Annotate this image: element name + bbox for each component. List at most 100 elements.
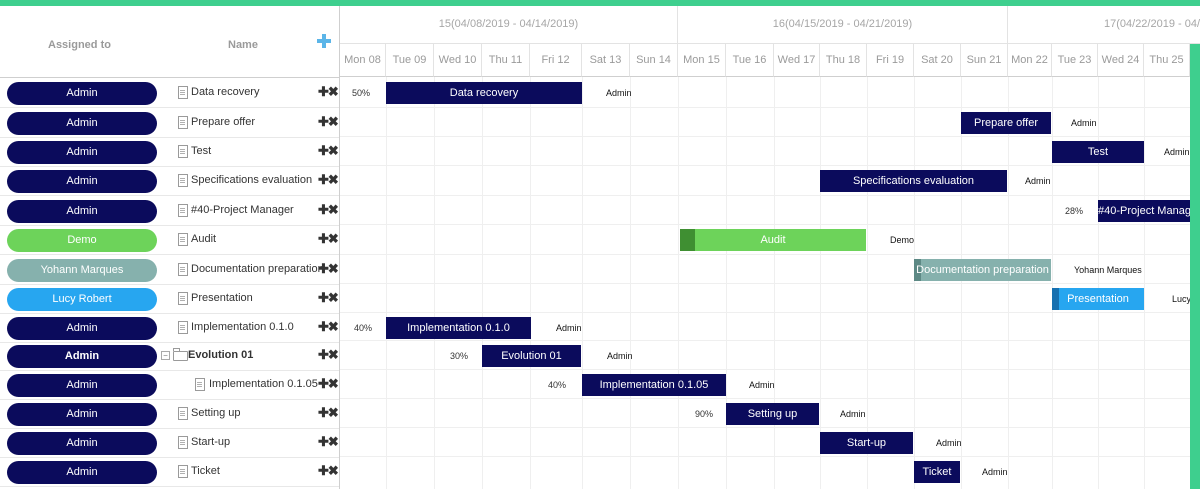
add-delete-icon[interactable]: ✚✖ [318,320,339,333]
grid-line [340,136,1200,137]
assignee-badge[interactable]: Admin [7,317,157,340]
assignee-badge[interactable]: Lucy Robert [7,288,157,311]
task-row[interactable]: Admin Specifications evaluation ✚✖ [0,166,339,196]
task-name[interactable]: Test [191,145,211,157]
task-list: Assigned to Name Admin Data recovery ✚✖ Adm… [0,6,340,489]
task-row[interactable]: Demo Audit ✚✖ [0,225,339,255]
file-icon [178,174,188,187]
assignee-badge[interactable]: Demo [7,229,157,252]
day-header: Thu 11 [482,44,530,77]
bar-owner-label: Admin [982,467,1008,477]
add-delete-icon[interactable]: ✚✖ [318,291,339,304]
task-name[interactable]: Presentation [191,292,253,304]
add-delete-icon[interactable]: ✚✖ [318,115,339,128]
task-bar-label: Data recovery [449,87,519,99]
task-bar[interactable]: Ticket [914,461,960,483]
task-bar[interactable]: Evolution 01 [482,345,581,367]
task-name[interactable]: Evolution 01 [188,349,253,361]
add-delete-icon[interactable]: ✚✖ [318,203,339,216]
task-row[interactable]: Admin Implementation 0.1.05 ✚✖ [0,370,339,400]
add-delete-icon[interactable]: ✚✖ [318,377,339,390]
progress-percent: 30% [450,351,469,361]
task-row[interactable]: Yohann Marques Documentation preparation ✚… [0,255,339,285]
add-delete-icon[interactable]: ✚✖ [318,232,339,245]
task-bar[interactable]: Specifications evaluation [820,170,1007,192]
progress-percent: 90% [695,409,714,419]
task-bar[interactable]: Start-up [820,432,913,454]
task-bar[interactable]: Test [1052,141,1144,163]
add-delete-icon[interactable]: ✚✖ [318,262,339,275]
add-delete-icon[interactable]: ✚✖ [318,406,339,419]
task-row[interactable]: Admin Prepare offer ✚✖ [0,108,339,138]
task-bar[interactable]: Presentation [1052,288,1144,310]
assignee-badge[interactable]: Admin [7,403,157,426]
scrollbar-edge[interactable] [1190,44,1200,489]
progress-percent: 40% [548,380,567,390]
task-bar[interactable]: #40-Project Manager [1098,200,1200,222]
task-row[interactable]: Lucy Robert Presentation ✚✖ [0,284,339,314]
assignee-badge[interactable]: Admin [7,82,157,105]
add-delete-icon[interactable]: ✚✖ [318,348,339,361]
task-name[interactable]: Start-up [191,436,230,448]
task-row[interactable]: Admin Test ✚✖ [0,137,339,167]
plus-icon[interactable] [317,34,331,48]
assignee-badge[interactable]: Yohann Marques [7,259,157,282]
day-header: Fri 12 [530,44,582,77]
file-icon [178,321,188,334]
task-row[interactable]: Admin #40-Project Manager ✚✖ [0,196,339,226]
file-icon [178,436,188,449]
assignee-badge[interactable]: Admin [7,374,157,397]
task-name[interactable]: Setting up [191,407,241,419]
day-header: Thu 25 [1144,44,1190,77]
assignee-badge[interactable]: Admin [7,432,157,455]
grid-line [340,340,1200,341]
task-bar-label: #40-Project Manager [1098,205,1200,217]
add-delete-icon[interactable]: ✚✖ [318,173,339,186]
task-name[interactable]: Prepare offer [191,116,255,128]
task-name[interactable]: Implementation 0.1.0 [191,321,294,333]
assignee-badge[interactable]: Admin [7,141,157,164]
week-header: 16(04/15/2019 - 04/21/2019) [678,6,1008,44]
progress-fill [820,432,829,454]
add-delete-icon[interactable]: ✚✖ [318,85,339,98]
task-bar[interactable]: Implementation 0.1.0 [386,317,531,339]
assignee-badge[interactable]: Admin [7,345,157,368]
task-bar[interactable]: Setting up [726,403,819,425]
add-delete-icon[interactable]: ✚✖ [318,464,339,477]
task-bar-label: Setting up [747,408,798,420]
day-header: Sun 21 [961,44,1008,77]
add-delete-icon[interactable]: ✚✖ [318,144,339,157]
task-name[interactable]: Documentation preparation [191,263,324,275]
task-bar[interactable]: Implementation 0.1.05 [582,374,726,396]
task-bar[interactable]: Documentation preparation [914,259,1051,281]
file-icon [178,233,188,246]
bar-owner-label: Admin [1025,176,1051,186]
task-name[interactable]: Implementation 0.1.05 [209,378,318,390]
bar-owner-label: Admin [840,409,866,419]
collapse-icon[interactable]: − [161,351,170,360]
task-bar[interactable]: Prepare offer [961,112,1051,134]
task-name[interactable]: Data recovery [191,86,259,98]
add-delete-icon[interactable]: ✚✖ [318,435,339,448]
assignee-badge[interactable]: Admin [7,200,157,223]
task-name[interactable]: Specifications evaluation [191,174,312,186]
task-row[interactable]: Admin Ticket ✚✖ [0,457,339,487]
bar-owner-label: Admin [749,380,775,390]
task-name[interactable]: Audit [191,233,216,245]
task-row[interactable]: Admin Implementation 0.1.0 ✚✖ [0,313,339,343]
task-bar[interactable]: Data recovery [386,82,582,104]
task-name[interactable]: Ticket [191,465,220,477]
task-row[interactable]: Admin Data recovery ✚✖ [0,78,339,108]
progress-percent: 50% [352,88,371,98]
task-bar[interactable]: Audit [680,229,866,251]
day-header: Mon 15 [678,44,726,77]
assignee-badge[interactable]: Admin [7,170,157,193]
assignee-badge[interactable]: Admin [7,461,157,484]
assignee-badge[interactable]: Admin [7,112,157,135]
task-row[interactable]: Admin Start-up ✚✖ [0,428,339,458]
task-name[interactable]: #40-Project Manager [191,204,294,216]
task-row[interactable]: Admin − Evolution 01 ✚✖ [0,341,339,371]
file-icon [178,263,188,276]
day-header: Sun 14 [630,44,678,77]
task-row[interactable]: Admin Setting up ✚✖ [0,399,339,429]
